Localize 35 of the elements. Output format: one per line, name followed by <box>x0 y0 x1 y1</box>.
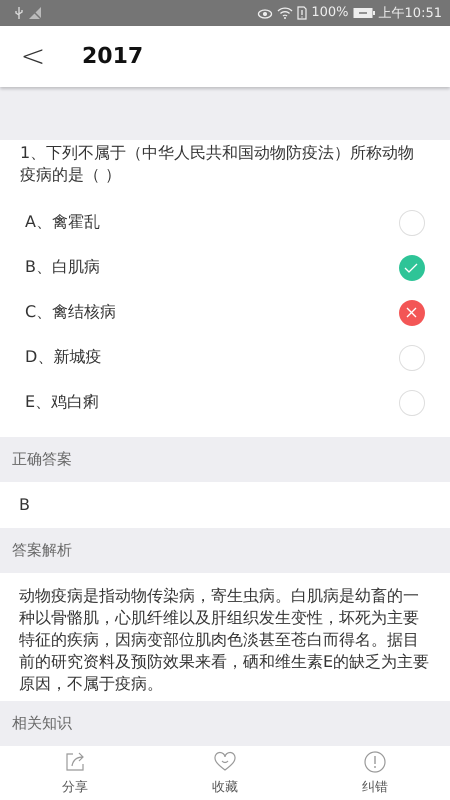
section-heading: 正确答案 <box>11 449 73 470</box>
back-button[interactable]: < <box>8 38 58 74</box>
answer-option[interactable]: E、鸡白痢 <box>0 380 450 426</box>
option-label: C、禽结核病 <box>25 302 116 324</box>
section-text: B <box>0 482 450 528</box>
section-heading: 答案解析 <box>11 540 73 562</box>
option-label: D、新城疫 <box>25 347 102 368</box>
check-mark-icon <box>399 254 425 281</box>
wifi-icon <box>277 6 294 20</box>
answer-option[interactable]: B、白肌病 <box>0 245 450 290</box>
radio-circle-icon <box>399 210 425 236</box>
nav-button[interactable]: 分享 <box>0 746 150 800</box>
page-title: 2017 <box>82 44 144 69</box>
option-label: A、禽霍乱 <box>25 212 100 234</box>
nav-button[interactable]: 收藏 <box>150 746 300 800</box>
question-text: 1、下列不属于（中华人民共和国动物防疫法）所称动物疫病的是（ ） <box>19 142 416 186</box>
option-label: B、白肌病 <box>25 257 100 278</box>
usb-icon <box>14 6 24 20</box>
battery-percent: 100% <box>311 5 349 20</box>
answer-option[interactable]: A、禽霍乱 <box>0 200 450 246</box>
eye-icon <box>257 6 274 19</box>
section-heading: 相关知识 <box>11 713 73 734</box>
exclamation-icon <box>363 750 387 774</box>
battery-icon <box>352 6 375 19</box>
answer-option[interactable]: C、禽结核病 <box>0 290 450 336</box>
option-label: E、鸡白痢 <box>25 392 100 414</box>
radio-circle-icon <box>399 390 425 416</box>
radio-circle-icon <box>399 344 425 371</box>
sim-icon <box>297 6 308 20</box>
no-signal-icon <box>28 6 42 20</box>
answer-option[interactable]: D、新城疫 <box>0 335 450 380</box>
section-text: 动物疫病是指动物传染病，寄生虫病。白肌病是幼畜的一种以骨骼肌，心肌纤维以及肝组织发生变性，坏死为主要特征的疾病，因病变部位肌肉色淡甚至苍白而得名。据目前的研究资料及预防效果来看，硒和维生素E的缺乏为主要原因，不属于疫病。 <box>0 573 450 702</box>
clock: 上午10:51 <box>378 4 442 22</box>
nav-button[interactable]: 纠错 <box>300 746 450 800</box>
cross-mark-icon <box>399 300 425 326</box>
